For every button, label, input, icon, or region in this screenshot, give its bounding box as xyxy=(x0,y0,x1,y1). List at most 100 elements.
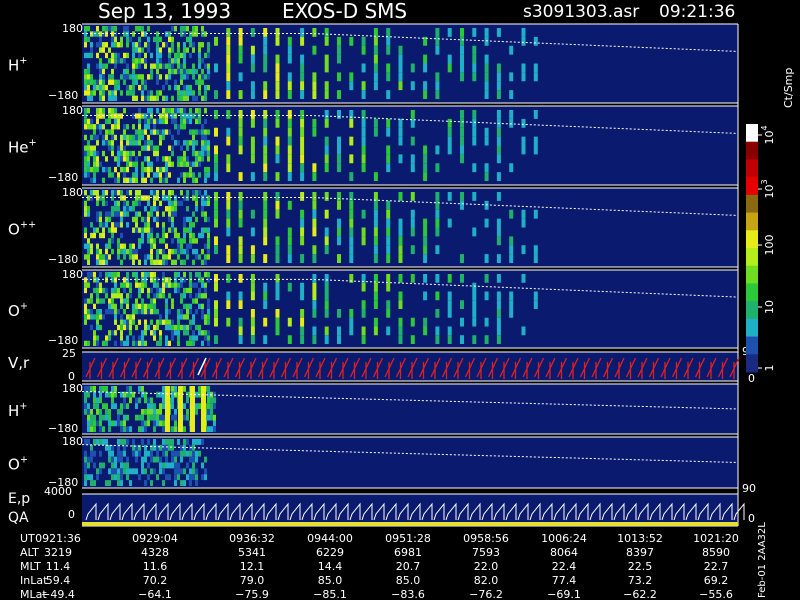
spectrogram-cell xyxy=(171,298,174,304)
spectrogram-stripe xyxy=(214,317,218,327)
spectrogram-cell xyxy=(147,90,150,96)
spectrogram-stripe xyxy=(386,118,391,128)
spectrogram-cell xyxy=(84,480,87,486)
spectrogram-cell xyxy=(204,195,207,201)
spectrogram-stripe xyxy=(398,192,403,201)
spectrogram-cell xyxy=(156,444,159,451)
spectrogram-cell xyxy=(207,68,210,75)
spectrogram-cell xyxy=(171,248,174,255)
spectrogram-cell xyxy=(87,386,90,392)
table-row-label: ALT xyxy=(20,546,39,559)
spectrogram-cell xyxy=(99,386,102,392)
spectrogram-stripe xyxy=(324,282,329,292)
spectrogram-cell xyxy=(195,113,198,119)
spectrogram-cell xyxy=(159,420,162,427)
spectrogram-cell xyxy=(114,420,117,427)
spectrogram-cell xyxy=(144,129,147,135)
spectrogram-cell xyxy=(162,190,165,196)
spectrogram-cell xyxy=(141,161,144,167)
spectrogram-cell xyxy=(198,79,201,85)
spectrogram-cell xyxy=(96,134,99,141)
spectrogram-stripe xyxy=(398,154,403,164)
spectrogram-stripe xyxy=(337,236,341,246)
spectrogram-stripe xyxy=(287,154,292,164)
spectrogram-cell xyxy=(207,319,210,325)
spectrogram-cell xyxy=(84,150,87,157)
spectrogram-stripe xyxy=(373,63,378,73)
colorbar-tick-label: 10 xyxy=(763,300,776,314)
spectrogram-cell xyxy=(183,95,186,101)
spectrogram-cell xyxy=(126,298,129,304)
spectrogram-cell xyxy=(189,222,192,228)
table-cell: −75.9 xyxy=(235,588,269,600)
spectrogram-cell xyxy=(174,108,177,114)
spectrogram-cell xyxy=(192,439,195,445)
spectrogram-stripe xyxy=(398,245,403,255)
spectrogram-cell xyxy=(171,150,174,157)
spectrogram-cell xyxy=(168,319,171,325)
spectrogram-cell xyxy=(171,95,174,101)
spectrogram-cell xyxy=(132,134,135,141)
spectrogram-cell xyxy=(165,118,168,125)
spectrogram-cell xyxy=(123,134,126,141)
spectrogram-cell xyxy=(90,426,93,432)
spectrogram-cell xyxy=(129,319,132,325)
spectrogram-stripe xyxy=(226,136,231,146)
spectrogram-cell xyxy=(99,232,102,239)
spectrogram-cell xyxy=(138,243,141,249)
spectrogram-cell xyxy=(132,84,135,91)
spectrogram-cell xyxy=(102,462,105,469)
spectrogram-cell xyxy=(207,309,210,315)
spectrogram-stripe xyxy=(238,54,243,64)
spectrogram-cell xyxy=(84,90,87,96)
table-cell: −62.2 xyxy=(623,588,657,600)
spectrogram-stripe xyxy=(496,81,501,91)
spectrogram-cell xyxy=(108,480,111,486)
spectrogram-cell xyxy=(147,409,150,415)
spectrogram-stripe xyxy=(509,291,514,301)
spectrogram-stripe xyxy=(533,72,538,82)
spectrogram-cell xyxy=(192,340,195,346)
spectrogram-cell xyxy=(105,118,108,125)
spectrogram-cell xyxy=(171,206,174,212)
spectrogram-cell xyxy=(195,272,198,278)
spectrogram-stripe xyxy=(373,300,378,309)
spectrogram-cell xyxy=(204,63,207,69)
spectrogram-cell xyxy=(99,79,102,85)
spectrogram-cell xyxy=(168,206,171,212)
spectrogram-stripe xyxy=(496,300,501,309)
spectrogram-stripe xyxy=(300,335,305,344)
spectrogram-cell xyxy=(123,309,126,315)
spectrogram-stripe xyxy=(226,200,231,210)
spectrogram-cell xyxy=(159,444,162,451)
spectrogram-cell xyxy=(111,90,114,96)
spectrogram-cell xyxy=(135,298,138,304)
spectrogram-stripe xyxy=(324,227,329,237)
spectrogram-cell xyxy=(150,177,153,183)
spectrogram-cell xyxy=(189,238,192,244)
spectrogram-cell xyxy=(114,95,117,101)
spectrogram-cell xyxy=(99,282,102,288)
spectrogram-cell xyxy=(141,84,144,91)
spectrogram-cell xyxy=(153,95,156,101)
spectrogram-stripe xyxy=(484,81,489,91)
spectrogram-cell xyxy=(195,409,198,415)
spectrogram-cell xyxy=(135,282,138,288)
spectrogram-cell xyxy=(138,140,141,146)
spectrogram-cell xyxy=(183,480,186,486)
spectrogram-cell xyxy=(165,42,168,48)
spectrogram-stripe xyxy=(398,118,403,128)
spectrogram-cell xyxy=(153,216,156,223)
spectrogram-stripe xyxy=(373,28,378,37)
spectrogram-cell xyxy=(141,216,144,223)
spectrogram-cell xyxy=(111,42,114,48)
spectrogram-cell xyxy=(159,335,162,341)
spectrogram-cell xyxy=(120,330,123,336)
spectrogram-cell xyxy=(90,444,93,451)
spectrogram-cell xyxy=(174,272,177,278)
spectrogram-stripe xyxy=(250,154,255,164)
spectrogram-stripe xyxy=(496,172,501,181)
spectrogram-cell xyxy=(108,238,111,244)
spectrogram-stripe xyxy=(324,335,329,344)
spectrogram-cell xyxy=(120,319,123,325)
